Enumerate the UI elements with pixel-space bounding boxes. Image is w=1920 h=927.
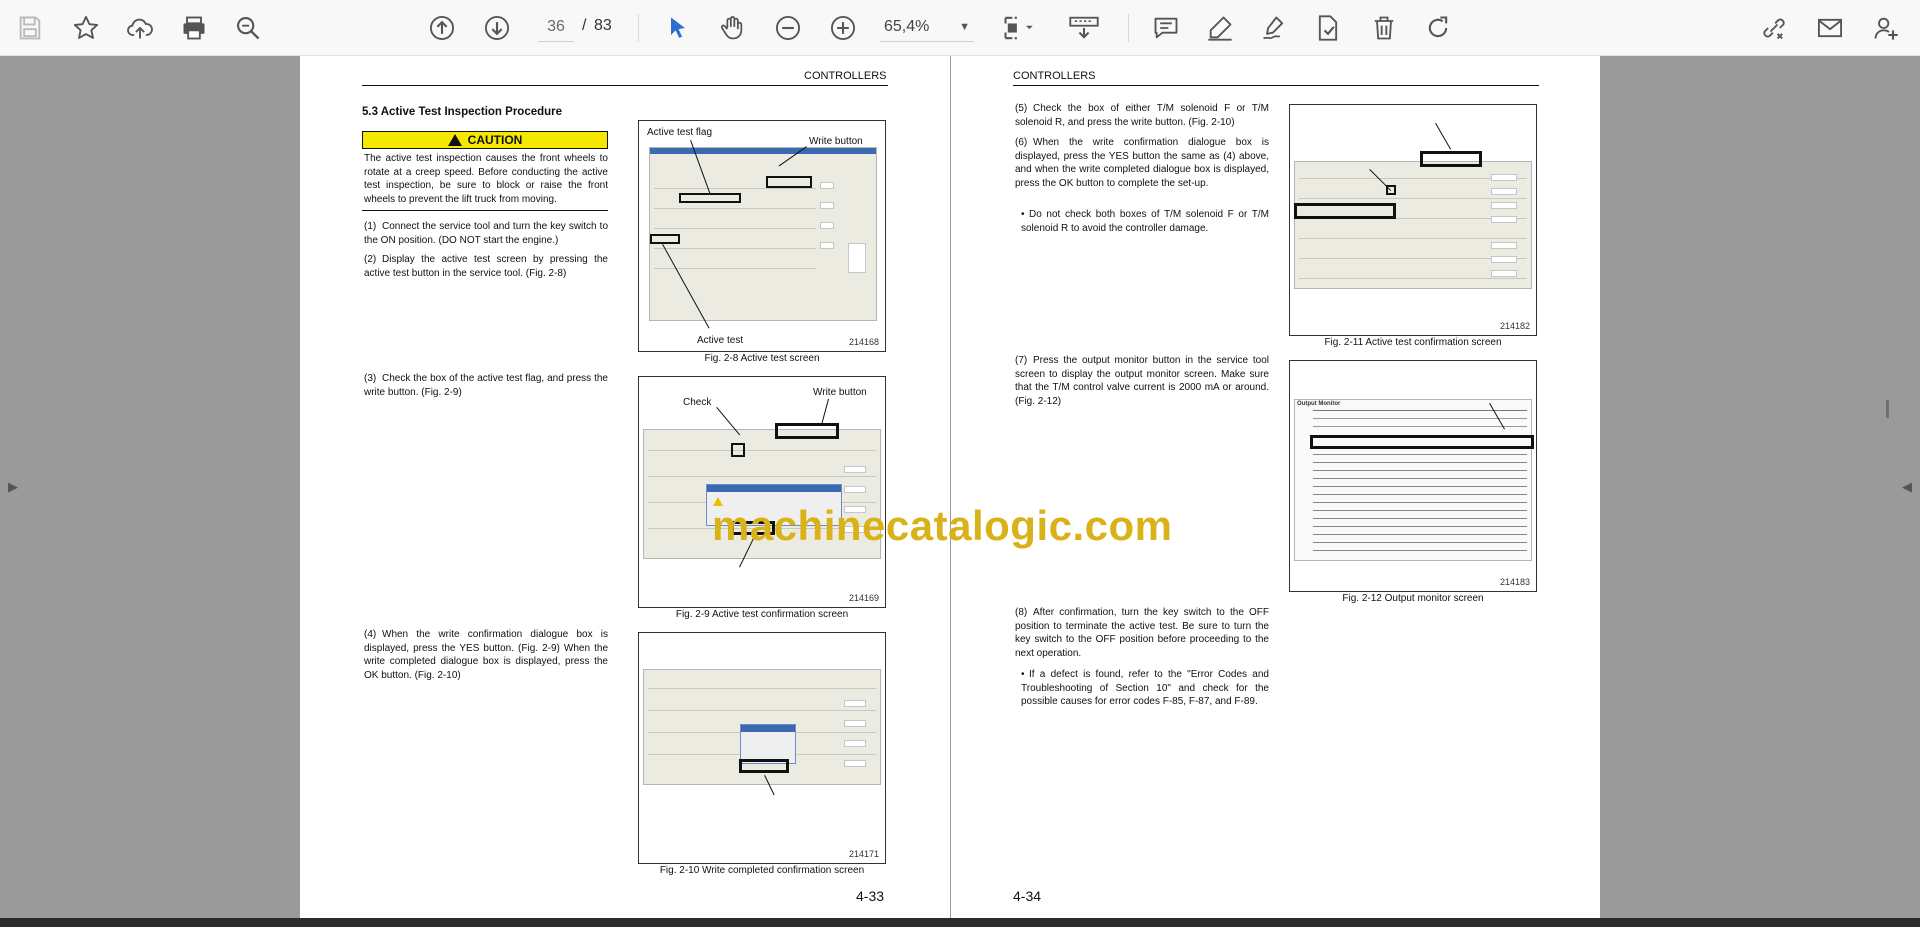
mail-icon[interactable] [1812, 10, 1848, 46]
delete-trash-icon[interactable] [1366, 10, 1402, 46]
screenshot-output-monitor: Output Monitor [1294, 399, 1532, 561]
zoom-out-icon[interactable] [770, 10, 806, 46]
export-file-icon[interactable] [1310, 10, 1346, 46]
ok-dialog [740, 724, 796, 764]
step-3: (3) Check the box of the active test flag… [364, 373, 608, 398]
check-box-highlight [731, 443, 745, 457]
rotate-redo-icon[interactable] [1420, 10, 1456, 46]
step-1: (1) Connect the service tool and turn the… [364, 221, 608, 246]
caution-label: CAUTION [467, 133, 523, 147]
label-write-button: Write button [813, 387, 867, 398]
pdf-page-right: CONTROLLERS (5) Check the box of either T… [950, 56, 1600, 918]
figure-id: 214171 [848, 849, 879, 859]
page-header: CONTROLLERS [1013, 70, 1096, 82]
select-cursor-icon[interactable] [660, 10, 696, 46]
hand-tool-icon[interactable] [714, 10, 750, 46]
step-8: (8) After confirmation, turn the key swit… [1015, 607, 1269, 659]
previous-page-icon[interactable] [424, 10, 460, 46]
page-number-input[interactable] [538, 12, 574, 42]
toolbar-divider [638, 14, 639, 42]
next-page-icon[interactable] [479, 10, 515, 46]
label-write-button: Write button [809, 136, 863, 147]
figure-2-9-caption: Fig. 2-9 Active test confirmation screen [675, 609, 849, 620]
figure-2-8-caption: Fig. 2-8 Active test screen [704, 353, 820, 364]
figure-id: 214169 [848, 593, 879, 603]
figure-2-9: Check Write button 214169 [638, 376, 886, 608]
header-rule [1013, 85, 1539, 86]
page-number: 4-34 [1013, 888, 1042, 904]
zoom-level-value: 65,4% [884, 17, 930, 35]
step-2: (2) Display the active test screen by pre… [364, 254, 608, 279]
write-button-highlight [775, 423, 839, 439]
pdf-page-left: CONTROLLERS 5.3 Active Test Inspection P… [300, 56, 950, 918]
zoom-level-select[interactable]: 65,4% ▼ [880, 12, 974, 42]
sign-pen-icon[interactable] [1256, 10, 1292, 46]
label-active-test: Active test [697, 335, 744, 346]
print-icon[interactable] [176, 10, 212, 46]
step-6: (6) When the write confirmation dialogue … [1015, 137, 1269, 189]
figure-id: 214168 [848, 337, 879, 347]
step-5: (5) Check the box of either T/M solenoid … [1015, 103, 1269, 128]
scroll-mode-icon[interactable] [1064, 10, 1104, 46]
step-7: (7) Press the output monitor button in th… [1015, 355, 1269, 407]
zoom-search-icon[interactable] [230, 10, 266, 46]
label-active-test-flag: Active test flag [647, 127, 713, 138]
comment-icon[interactable] [1148, 10, 1184, 46]
header-rule [362, 85, 888, 86]
zoom-in-icon[interactable] [825, 10, 861, 46]
figure-2-10-caption: Fig. 2-10 Write completed confirmation s… [659, 865, 865, 876]
figure-2-10: 214171 [638, 632, 886, 864]
caution-rule [362, 210, 608, 211]
page-total: 83 [594, 17, 612, 34]
step-4: (4) When the write confirmation dialogue … [364, 629, 608, 681]
screenshot-active-test [649, 147, 877, 321]
label-check: Check [683, 397, 712, 408]
scrollbar-thumb[interactable] [1886, 400, 1889, 418]
figure-2-8: Active test flag Write button Active tes… [638, 120, 886, 352]
note-both-boxes: • Do not check both boxes of T/M solenoid… [1021, 209, 1269, 234]
figure-2-12: Output Monitor 214183 [1289, 360, 1537, 592]
bottom-bar [0, 918, 1920, 927]
output-monitor-title: Output Monitor [1297, 401, 1341, 407]
edit-link-icon[interactable] [1756, 10, 1792, 46]
active-test-button-highlight [650, 234, 680, 244]
figure-id: 214182 [1499, 321, 1530, 331]
warning-triangle-icon [447, 134, 462, 146]
upload-cloud-icon[interactable] [122, 10, 158, 46]
tm-current-row-highlight [1310, 435, 1534, 449]
left-panel-toggle-icon[interactable]: ▶ [2, 476, 24, 498]
figure-id: 214183 [1499, 577, 1530, 587]
figure-2-11-caption: Fig. 2-11 Active test confirmation scree… [1324, 337, 1502, 348]
add-user-icon[interactable] [1868, 10, 1904, 46]
highlight-pen-icon[interactable] [1202, 10, 1238, 46]
page-header: CONTROLLERS [804, 70, 887, 82]
section-title: 5.3 Active Test Inspection Procedure [362, 106, 563, 118]
figure-2-12-caption: Fig. 2-12 Output monitor screen [1342, 593, 1484, 604]
ok-button-highlight [739, 759, 789, 773]
save-icon[interactable] [12, 10, 48, 46]
right-panel-toggle-icon[interactable]: ◀ [1896, 476, 1918, 498]
page-separator: / [582, 17, 587, 34]
figure-2-11: 214182 [1289, 104, 1537, 336]
document-viewer[interactable]: ▶ ◀ CONTROLLERS 5.3 Active Test Inspecti… [0, 56, 1920, 918]
write-button-highlight [766, 176, 812, 188]
bookmark-star-icon[interactable] [68, 10, 104, 46]
watermark-text: machinecatalogic.com [712, 502, 1173, 549]
caution-banner: CAUTION [362, 131, 608, 149]
screenshot-solenoid-test [1294, 161, 1532, 289]
toolbar-divider [1128, 14, 1129, 42]
caution-text: The active test inspection causes the fr… [364, 153, 608, 205]
note-defect: • If a defect is found, refer to the "Err… [1021, 669, 1269, 707]
page-number: 4-33 [856, 888, 885, 904]
pdf-toolbar: / 83 65,4% ▼ [0, 0, 1920, 56]
write-button-highlight [1420, 151, 1482, 167]
page-fit-icon[interactable] [994, 10, 1042, 46]
solenoid-row-highlight [1294, 203, 1396, 219]
chevron-down-icon: ▼ [959, 20, 970, 33]
